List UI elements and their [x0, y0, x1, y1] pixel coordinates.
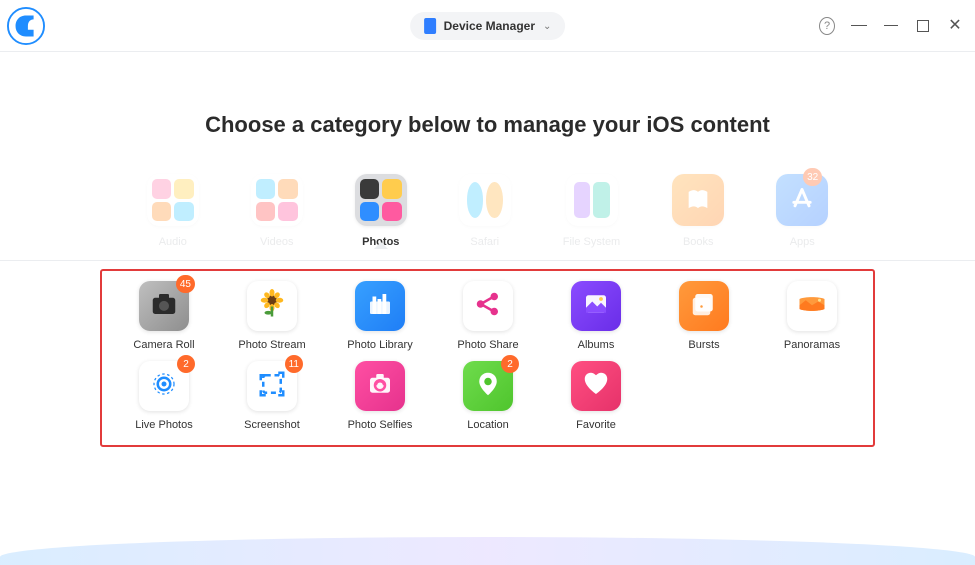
subcategory-label: Photo Selfies [348, 419, 413, 431]
app-logo [0, 0, 52, 52]
maximize-button[interactable] [915, 18, 931, 34]
category-label: File System [563, 236, 620, 248]
books-tile [672, 174, 724, 226]
apps-badge: 32 [803, 168, 822, 186]
category-apps[interactable]: 32 Apps [776, 174, 828, 248]
subcategory-tile: 45 [139, 281, 189, 331]
sunflower-icon [257, 289, 287, 324]
subcategory-badge: 11 [285, 355, 303, 373]
subcategory-location[interactable]: 2 Location [434, 361, 542, 431]
close-icon: ✕ [948, 18, 961, 34]
phone-icon [424, 18, 436, 34]
subcategory-grid: 45 Camera Roll Photo Stream Photo Librar… [110, 281, 865, 431]
camera-icon [149, 289, 179, 324]
subcategory-photo-stream[interactable]: Photo Stream [218, 281, 326, 351]
subcategory-label: Photo Share [457, 339, 518, 351]
subcategory-label: Albums [578, 339, 615, 351]
subcategory-tile: 11 [247, 361, 297, 411]
subcategory-badge: 2 [177, 355, 195, 373]
category-videos[interactable]: Videos [251, 174, 303, 248]
subcategory-badge: 45 [176, 275, 195, 293]
subcategory-tile: 2 [139, 361, 189, 411]
device-selector[interactable]: Device Manager ⌄ [410, 12, 566, 40]
subcategory-camera-roll[interactable]: 45 Camera Roll [110, 281, 218, 351]
minimize-icon [884, 25, 898, 27]
subcategory-favorite[interactable]: Favorite [542, 361, 650, 431]
photos-tile [355, 174, 407, 226]
subcategory-panel: 45 Camera Roll Photo Stream Photo Librar… [100, 269, 875, 447]
subcategory-label: Screenshot [244, 419, 300, 431]
chevron-down-icon: ⌄ [543, 21, 551, 32]
subcategory-tile [679, 281, 729, 331]
category-filesystem[interactable]: File System [563, 174, 620, 248]
selfie-icon [365, 369, 395, 404]
subcategory-label: Bursts [688, 339, 719, 351]
category-label: Audio [159, 236, 187, 248]
subcategory-label: Live Photos [135, 419, 192, 431]
location-icon [473, 369, 503, 404]
category-safari[interactable]: Safari [459, 174, 511, 248]
category-label: Books [683, 236, 714, 248]
subcategory-label: Camera Roll [133, 339, 194, 351]
subcategory-badge: 2 [501, 355, 519, 373]
book-icon [684, 186, 712, 214]
help-icon: ? [819, 17, 835, 35]
subcategory-tile [355, 281, 405, 331]
category-row: Audio Videos Photos Safari File System B… [0, 174, 975, 261]
subcategory-live-photos[interactable]: 2 Live Photos [110, 361, 218, 431]
category-label: Safari [470, 236, 499, 248]
minimize-button[interactable] [883, 18, 899, 34]
logo-icon [7, 7, 45, 45]
burst-icon [689, 289, 719, 324]
subcategory-tile [355, 361, 405, 411]
heart-icon [581, 369, 611, 404]
page-headline: Choose a category below to manage your i… [0, 112, 975, 138]
album-icon [581, 289, 611, 324]
menu-button[interactable] [851, 18, 867, 34]
subcategory-label: Photo Stream [238, 339, 305, 351]
panorama-icon [797, 289, 827, 324]
safari-tile [459, 174, 511, 226]
subcategory-photo-library[interactable]: Photo Library [326, 281, 434, 351]
subcategory-tile [571, 281, 621, 331]
category-audio[interactable]: Audio [147, 174, 199, 248]
selected-arrow-icon [374, 242, 388, 249]
live-icon [149, 369, 179, 404]
subcategory-photo-selfies[interactable]: Photo Selfies [326, 361, 434, 431]
category-photos[interactable]: Photos [355, 174, 407, 248]
subcategory-tile [571, 361, 621, 411]
category-label: Apps [790, 236, 815, 248]
help-button[interactable]: ? [819, 18, 835, 34]
footer-wave [0, 537, 975, 565]
appstore-icon [788, 186, 816, 214]
subcategory-screenshot[interactable]: 11 Screenshot [218, 361, 326, 431]
subcategory-label: Favorite [576, 419, 616, 431]
subcategory-bursts[interactable]: Bursts [650, 281, 758, 351]
screenshot-icon [257, 369, 287, 404]
library-icon [365, 289, 395, 324]
subcategory-label: Location [467, 419, 509, 431]
audio-tile [147, 174, 199, 226]
category-books[interactable]: Books [672, 174, 724, 248]
window-controls: ? ✕ [819, 18, 963, 34]
videos-tile [251, 174, 303, 226]
subcategory-tile [463, 281, 513, 331]
title-bar: Device Manager ⌄ ? ✕ [0, 0, 975, 52]
maximize-icon [917, 20, 929, 32]
subcategory-photo-share[interactable]: Photo Share [434, 281, 542, 351]
subcategory-tile: 2 [463, 361, 513, 411]
device-selector-label: Device Manager [444, 19, 535, 33]
subcategory-tile [787, 281, 837, 331]
subcategory-tile [247, 281, 297, 331]
close-button[interactable]: ✕ [947, 18, 963, 34]
subcategory-albums[interactable]: Albums [542, 281, 650, 351]
subcategory-label: Photo Library [347, 339, 412, 351]
subcategory-panoramas[interactable]: Panoramas [758, 281, 866, 351]
category-label: Videos [260, 236, 293, 248]
subcategory-label: Panoramas [784, 339, 840, 351]
filesystem-tile [566, 174, 618, 226]
share-icon [473, 289, 503, 324]
